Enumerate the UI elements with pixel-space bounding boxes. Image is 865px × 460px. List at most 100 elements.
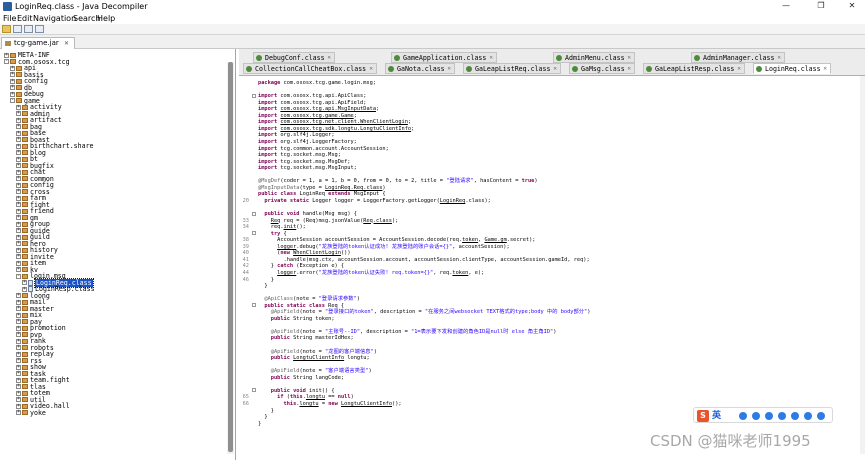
expand-toggle-icon[interactable]: + <box>16 364 21 370</box>
expand-toggle-icon[interactable]: + <box>10 78 15 84</box>
open-file-icon[interactable] <box>2 25 11 33</box>
expand-toggle-icon[interactable]: + <box>10 91 15 97</box>
expand-toggle-icon[interactable]: + <box>16 234 21 240</box>
expand-toggle-icon[interactable]: + <box>16 332 21 337</box>
ime-toolbar[interactable]: S 英 <box>693 407 833 423</box>
expand-toggle-icon[interactable]: + <box>16 130 21 136</box>
forward-icon[interactable] <box>35 25 44 33</box>
expand-toggle-icon[interactable]: + <box>16 111 21 116</box>
toolbox-icon[interactable] <box>804 412 812 420</box>
expand-toggle-icon[interactable]: + <box>16 182 21 188</box>
skin-icon[interactable] <box>791 412 799 420</box>
expand-toggle-icon[interactable]: + <box>16 345 21 350</box>
expand-toggle-icon[interactable]: + <box>16 338 21 344</box>
back-icon[interactable] <box>24 25 33 33</box>
tab-close-icon[interactable]: ✕ <box>489 53 493 63</box>
expand-toggle-icon[interactable]: + <box>16 254 21 259</box>
tab-close-icon[interactable]: ✕ <box>327 53 331 63</box>
expand-toggle-icon[interactable]: + <box>16 247 21 253</box>
expand-toggle-icon[interactable]: + <box>16 319 21 324</box>
tab-close-icon[interactable]: ✕ <box>823 64 827 74</box>
expand-toggle-icon[interactable]: + <box>16 403 21 409</box>
expand-toggle-icon[interactable]: + <box>16 215 21 220</box>
save-icon[interactable] <box>13 25 22 33</box>
class-tab[interactable]: GaNota.class ✕ <box>385 63 455 74</box>
fold-marker-icon[interactable] <box>252 388 256 393</box>
expand-toggle-icon[interactable]: + <box>16 150 21 155</box>
collapse-toggle-icon[interactable]: - <box>10 98 15 103</box>
class-tab[interactable]: AdminMenu.class ✕ <box>553 52 635 63</box>
expand-toggle-icon[interactable]: + <box>10 65 15 71</box>
expand-toggle-icon[interactable]: + <box>16 267 21 272</box>
expand-toggle-icon[interactable]: + <box>16 228 21 233</box>
tab-close-icon[interactable]: ✕ <box>369 64 373 74</box>
file-tab-close-icon[interactable]: ✕ <box>64 40 69 47</box>
fold-marker-icon[interactable] <box>252 211 256 216</box>
expand-toggle-icon[interactable]: + <box>16 176 21 181</box>
class-tab[interactable]: GaMsg.class ✕ <box>569 63 635 74</box>
expand-toggle-icon[interactable]: + <box>16 202 21 207</box>
class-tab[interactable]: GaLeapListResp.class ✕ <box>643 63 745 74</box>
expand-toggle-icon[interactable]: + <box>16 377 21 383</box>
close-button[interactable]: ✕ <box>839 0 865 13</box>
class-tab[interactable]: AdminManager.class ✕ <box>691 52 785 63</box>
expand-toggle-icon[interactable]: + <box>16 293 21 298</box>
expand-toggle-icon[interactable]: + <box>16 241 21 246</box>
class-tab[interactable]: GaLeapListReq.class ✕ <box>463 63 561 74</box>
expand-toggle-icon[interactable]: + <box>16 189 21 194</box>
fold-marker-icon[interactable] <box>252 93 256 98</box>
expand-toggle-icon[interactable]: + <box>16 306 21 311</box>
expand-toggle-icon[interactable]: + <box>16 397 21 402</box>
class-tab[interactable]: CollectionCallCheatBox.class ✕ <box>243 63 377 74</box>
menu-grid-icon[interactable] <box>817 412 825 420</box>
expand-toggle-icon[interactable]: + <box>16 299 21 305</box>
expand-toggle-icon[interactable]: + <box>16 358 21 363</box>
expand-toggle-icon[interactable]: + <box>16 117 21 123</box>
expand-toggle-icon[interactable]: + <box>16 208 21 214</box>
file-tab-tcg-game-jar[interactable]: tcg-game.jar ✕ <box>1 37 76 49</box>
tree-scrollbar[interactable] <box>227 62 234 454</box>
menu-file[interactable]: File <box>3 13 16 24</box>
punctuation-icon[interactable] <box>739 412 747 420</box>
package-tree[interactable]: + META-INF - com.ososx.tcg + api + basis + config… <box>0 49 236 460</box>
tab-close-icon[interactable]: ✕ <box>447 64 451 74</box>
fold-marker-icon[interactable] <box>252 303 256 308</box>
expand-toggle-icon[interactable]: + <box>16 163 21 168</box>
expand-toggle-icon[interactable]: + <box>16 104 21 110</box>
expand-toggle-icon[interactable]: + <box>16 143 21 149</box>
emoji-icon[interactable] <box>752 412 760 420</box>
tree-node[interactable]: + yoke <box>16 409 46 417</box>
class-tab[interactable]: LoginReq.class ✕ <box>753 63 831 74</box>
expand-toggle-icon[interactable]: + <box>16 371 21 376</box>
expand-toggle-icon[interactable]: + <box>16 384 21 389</box>
expand-toggle-icon[interactable]: + <box>16 325 21 331</box>
ime-language-mode[interactable]: 英 <box>712 410 721 422</box>
menu-edit[interactable]: Edit <box>17 13 33 24</box>
tab-close-icon[interactable]: ✕ <box>553 64 557 74</box>
expand-toggle-icon[interactable]: + <box>4 52 9 58</box>
expand-toggle-icon[interactable]: + <box>16 195 21 201</box>
microphone-icon[interactable] <box>765 412 773 420</box>
expand-toggle-icon[interactable]: + <box>10 72 15 77</box>
editor-scrollbar[interactable] <box>860 76 865 454</box>
expand-toggle-icon[interactable]: + <box>16 124 21 129</box>
collapse-toggle-icon[interactable]: - <box>16 273 21 279</box>
expand-toggle-icon[interactable]: + <box>22 280 27 285</box>
class-tab[interactable]: GameApplication.class ✕ <box>391 52 497 63</box>
expand-toggle-icon[interactable]: + <box>16 221 21 227</box>
maximize-button[interactable]: ❐ <box>808 0 834 13</box>
fold-marker-icon[interactable] <box>252 231 256 236</box>
expand-toggle-icon[interactable]: + <box>16 390 21 396</box>
expand-toggle-icon[interactable]: + <box>16 351 21 357</box>
tab-close-icon[interactable]: ✕ <box>737 64 741 74</box>
collapse-toggle-icon[interactable]: - <box>4 59 9 64</box>
class-tab[interactable]: DebugConf.class ✕ <box>253 52 335 63</box>
expand-toggle-icon[interactable]: + <box>16 410 21 415</box>
tab-close-icon[interactable]: ✕ <box>627 53 631 63</box>
tab-close-icon[interactable]: ✕ <box>627 64 631 74</box>
tree-scrollbar-thumb[interactable] <box>228 62 233 452</box>
tab-close-icon[interactable]: ✕ <box>777 53 781 63</box>
expand-toggle-icon[interactable]: + <box>16 260 21 266</box>
source-code-editor[interactable]: package com.ososx.tcg.game.login.msg; imp… <box>239 76 860 454</box>
expand-toggle-icon[interactable]: + <box>16 156 21 162</box>
